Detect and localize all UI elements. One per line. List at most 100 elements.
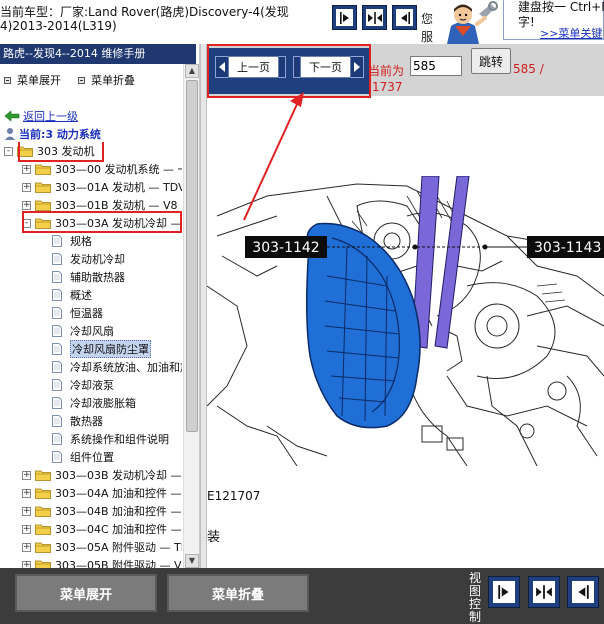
reverse-pane-icon [400, 11, 410, 24]
manual-tree: -303 发动机+303—00 发动机系统 — 一般+303—01A 发动机 —… [0, 142, 182, 568]
bottom-toolbar: 菜单展开 菜单折叠 视图控制 [0, 568, 604, 624]
tree-document-item[interactable]: 冷却系统放油、加油和放气 [52, 358, 182, 376]
expand-menu-button[interactable]: 菜单展开 [15, 574, 157, 612]
page-navigation-toolbar: 上一页 下一页 当前为 跳转 585 / 1737 [207, 44, 604, 98]
document-icon [52, 271, 62, 283]
dual-pane-view-button[interactable] [362, 5, 387, 30]
document-icon [52, 235, 62, 247]
document-viewer: 上一页 下一页 当前为 跳转 585 / 1737 [207, 44, 604, 568]
expand-toggle-icon[interactable]: + [22, 560, 31, 568]
dual-pane-icon [536, 585, 552, 599]
tree-item-label: 303—04B 加油和控件 — V8 [55, 505, 182, 518]
back-up-label: 返回上一级 [23, 110, 78, 123]
tree-folder-item[interactable]: +303—01A 发动机 — TDV6 [22, 178, 182, 196]
bottom-single-pane-button[interactable] [488, 576, 520, 608]
folder-icon [35, 542, 51, 553]
tree-folder-item[interactable]: +303—04B 加油和控件 — V8 [22, 502, 182, 520]
tree-item-label: 冷却系统放油、加油和放气 [70, 361, 182, 374]
reverse-pane-icon [578, 585, 589, 599]
tree-folder-item[interactable]: +303—03B 发动机冷却 — V8 [22, 466, 182, 484]
folder-icon [35, 182, 51, 193]
bottom-reverse-pane-button[interactable] [567, 576, 599, 608]
document-icon [52, 451, 62, 463]
tree-item-label: 冷却风扇 [70, 325, 114, 338]
tree-item-label: 规格 [70, 235, 92, 248]
tree-folder-item[interactable]: +303—04C 加油和控件 — 涡轮 [22, 520, 182, 538]
tree-document-item[interactable]: 组件位置 [52, 448, 114, 466]
scroll-up-arrow-icon[interactable]: ▲ [185, 64, 199, 78]
tree-item-label: 发动机冷却 [70, 253, 125, 266]
tree-document-item[interactable]: 冷却风扇防尘罩 [52, 340, 151, 358]
tree-document-item[interactable]: 发动机冷却 [52, 250, 125, 268]
collapse-menu-button[interactable]: 菜单折叠 [167, 574, 309, 612]
menu-keyword-link[interactable]: >>菜单关键 [540, 25, 602, 41]
collapse-all-link[interactable]: 菜单折叠 [78, 72, 135, 88]
side-label-top: 您 [421, 12, 434, 26]
expand-toggle-icon[interactable]: + [22, 200, 31, 210]
folder-icon [35, 488, 51, 499]
collapse-all-label: 菜单折叠 [91, 74, 135, 87]
expand-all-label: 菜单展开 [17, 74, 61, 87]
manual-title: 路虎--发现4--2014 维修手册 [0, 44, 196, 64]
tree-item-label: 303—04C 加油和控件 — 涡轮 [55, 523, 182, 536]
tree-folder-item[interactable]: +303—05A 附件驱动 — TDV6 [22, 538, 182, 556]
tree-document-item[interactable]: 散热器 [52, 412, 103, 430]
tree-item-label: 303—04A 加油和控件 — TDV6 [55, 487, 182, 500]
tree-document-item[interactable]: 恒温器 [52, 304, 103, 322]
folder-icon [35, 506, 51, 517]
expand-all-link[interactable]: 菜单展开 [4, 72, 61, 88]
bottom-dual-pane-button[interactable] [528, 576, 560, 608]
sidebar: 路虎--发现4--2014 维修手册 菜单展开 菜单折叠 返回上一级 当前:3 … [0, 44, 200, 568]
current-page-label: 当前为 [368, 64, 405, 78]
document-icon [52, 397, 62, 409]
trailing-text: 装 [207, 530, 221, 545]
tree-document-item[interactable]: 冷却液膨胀箱 [52, 394, 136, 412]
expand-toggle-icon[interactable]: + [22, 524, 31, 534]
single-pane-view-button[interactable] [332, 5, 357, 30]
document-icon [52, 307, 62, 319]
document-icon [52, 289, 62, 301]
tree-item-label: 303—05A 附件驱动 — TDV6 [55, 541, 182, 554]
tree-document-item[interactable]: 规格 [52, 232, 92, 250]
tree-document-item[interactable]: 辅助散热器 [52, 268, 125, 286]
page-number-input[interactable] [410, 56, 462, 76]
pane-splitter[interactable] [200, 44, 207, 568]
reverse-pane-view-button[interactable] [392, 5, 417, 30]
scroll-down-arrow-icon[interactable]: ▼ [185, 554, 199, 568]
callout-left-label: 303-1142 [252, 240, 319, 256]
current-category-label: 当前:3 动力系统 [19, 128, 101, 141]
tree-item-label: 概述 [70, 289, 92, 302]
tree-item-label: 散热器 [70, 415, 103, 428]
scrollbar-thumb[interactable] [186, 80, 198, 432]
folder-icon [35, 524, 51, 535]
expand-toggle-icon[interactable]: + [22, 164, 31, 174]
tree-item-label: 303—03B 发动机冷却 — V8 [55, 469, 182, 482]
expand-toggle-icon[interactable]: + [22, 182, 31, 192]
collapse-toggle-icon[interactable]: - [4, 146, 13, 156]
vehicle-info-line-2: 4)2013-2014(L319) [0, 19, 117, 33]
tree-folder-item[interactable]: +303—00 发动机系统 — 一般 [22, 160, 182, 178]
tree-document-item[interactable]: 冷却液泵 [52, 376, 114, 394]
tree-document-item[interactable]: 系统操作和组件说明 [52, 430, 169, 448]
back-up-link[interactable]: 返回上一级 [4, 108, 78, 124]
jump-button[interactable]: 跳转 [471, 48, 511, 74]
tree-item-label: 辅助散热器 [70, 271, 125, 284]
expand-toggle-icon[interactable]: + [22, 542, 31, 552]
callout-right-label: 303-1143 [534, 240, 601, 256]
tree-folder-item[interactable]: +303—05B 附件驱动 — V8 [22, 556, 182, 568]
tree-item-label: 303—05B 附件驱动 — V8 [55, 559, 182, 568]
sidebar-scrollbar[interactable]: ▲ ▼ [183, 64, 199, 568]
tree-folder-item[interactable]: +303—04A 加油和控件 — TDV6 [22, 484, 182, 502]
expand-toggle-icon[interactable]: + [22, 470, 31, 480]
document-icon [52, 415, 62, 427]
expand-toggle-icon[interactable]: + [22, 506, 31, 516]
folder-icon [35, 200, 51, 211]
side-label-bottom: 服 [421, 30, 434, 44]
tree-document-item[interactable]: 概述 [52, 286, 92, 304]
expand-toggle-icon[interactable]: + [22, 488, 31, 498]
tree-item-label: 303—01A 发动机 — TDV6 [55, 181, 182, 194]
tree-document-item[interactable]: 冷却风扇 [52, 322, 114, 340]
engine-cooling-fan-diagram: 303-1142 303-1143 [207, 176, 604, 466]
shortcut-tip-line-2: 字! [518, 15, 535, 29]
page-count-total: 1737 [372, 80, 403, 94]
